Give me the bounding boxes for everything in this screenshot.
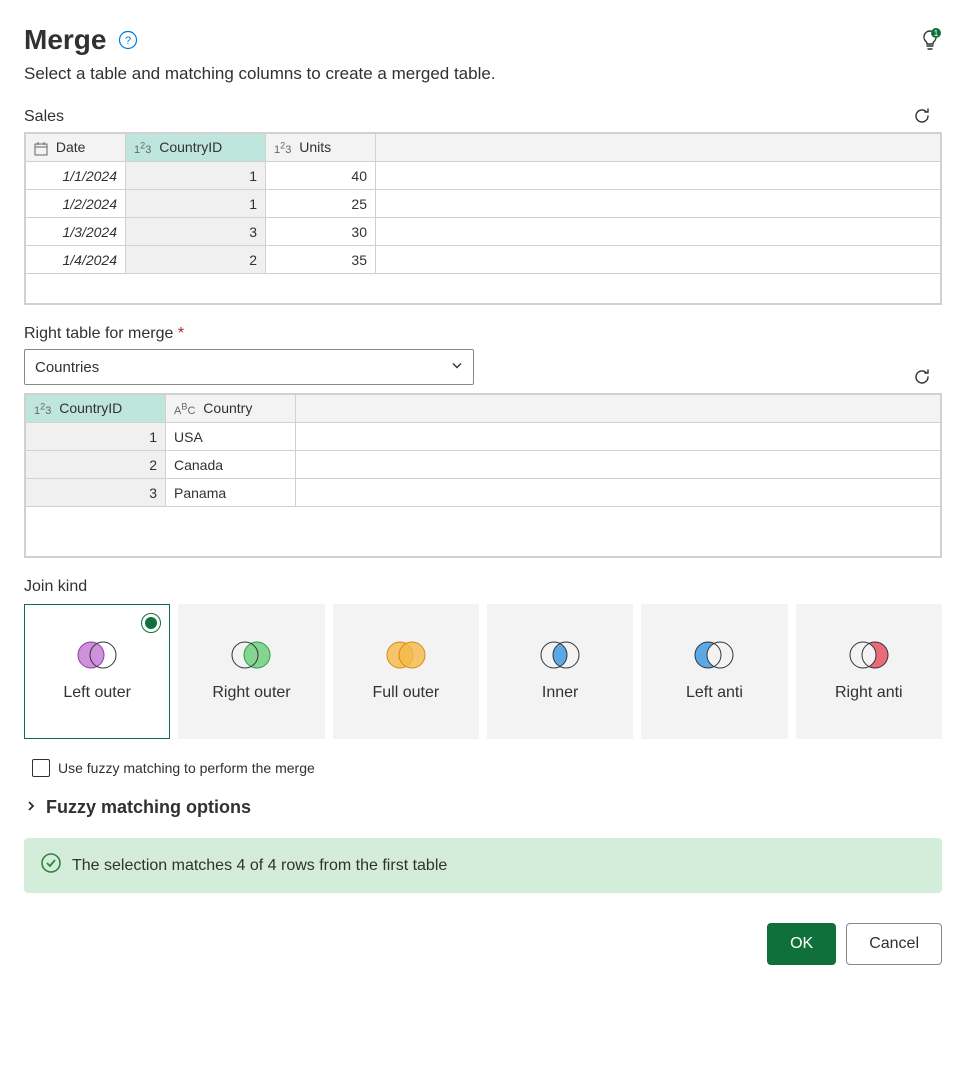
dialog-title: Merge [24,24,106,56]
cancel-button[interactable]: Cancel [846,923,942,965]
table1-label: Sales [24,108,942,126]
fuzzy-expander-label: Fuzzy matching options [46,797,251,818]
status-text: The selection matches 4 of 4 rows from t… [72,857,447,875]
col-date-label: Date [56,139,86,155]
table-row[interactable]: 1USA [26,423,941,451]
fuzzy-checkbox-label: Use fuzzy matching to perform the merge [58,760,315,776]
right-table-value: Countries [35,359,99,376]
ok-button[interactable]: OK [767,923,836,965]
col-units-label: Units [299,139,331,155]
col-empty [376,134,941,162]
venn-full-outer-icon [382,639,430,671]
join-label: Left anti [686,683,743,704]
col-date-header[interactable]: Date [26,134,126,162]
help-icon[interactable]: ? [118,30,138,50]
fuzzy-options-expander[interactable]: Fuzzy matching options [24,797,942,818]
col-country-header[interactable]: ABC Country [166,395,296,423]
col-empty [296,395,941,423]
join-label: Right outer [212,683,290,704]
table-row[interactable]: 1/4/2024235 [26,246,941,274]
required-asterisk: * [178,325,184,342]
table-row[interactable]: 1/3/2024330 [26,218,941,246]
join-label: Inner [542,683,578,704]
fuzzy-checkbox[interactable] [32,759,50,777]
table1-preview: Date 123 CountryID 123 Units 1/1/2024140… [24,132,942,305]
col-countryid2-label: CountryID [59,400,122,416]
svg-text:1: 1 [934,29,939,38]
venn-left-anti-icon [690,639,738,671]
join-label: Left outer [63,683,131,704]
right-table-select[interactable]: Countries [24,349,474,385]
fuzzy-checkbox-row[interactable]: Use fuzzy matching to perform the merge [24,759,942,777]
col-countryid2-header[interactable]: 123 CountryID [26,395,166,423]
col-countryid-label: CountryID [159,139,222,155]
venn-right-anti-icon [845,639,893,671]
chevron-right-icon [24,797,38,818]
right-table-label: Right table for merge * [24,325,942,343]
join-kind-options: Left outer Right outer Full outer Inner … [24,604,942,739]
dialog-subtitle: Select a table and matching columns to c… [24,64,942,84]
join-right-outer[interactable]: Right outer [178,604,324,739]
text-type-icon: ABC [174,405,195,417]
venn-inner-icon [536,639,584,671]
number-type-icon: 123 [134,144,151,156]
venn-right-outer-icon [227,639,275,671]
col-country-label: Country [203,400,252,416]
dialog-footer: OK Cancel [24,923,942,965]
header-left: Merge ? [24,24,138,56]
number-type-icon: 123 [34,405,51,417]
idea-icon[interactable]: 1 [918,28,942,52]
dialog-header: Merge ? 1 [24,24,942,56]
join-right-anti[interactable]: Right anti [796,604,942,739]
table2-preview: 123 CountryID ABC Country 1USA 2Canada 3… [24,393,942,558]
svg-text:?: ? [125,35,131,47]
join-inner[interactable]: Inner [487,604,633,739]
join-left-anti[interactable]: Left anti [641,604,787,739]
countries-table: 123 CountryID ABC Country 1USA 2Canada 3… [25,394,941,557]
sales-table: Date 123 CountryID 123 Units 1/1/2024140… [25,133,941,304]
match-status-bar: The selection matches 4 of 4 rows from t… [24,838,942,893]
join-full-outer[interactable]: Full outer [333,604,479,739]
table-row[interactable]: 1/1/2024140 [26,162,941,190]
join-label: Right anti [835,683,903,704]
table-row[interactable]: 2Canada [26,451,941,479]
col-units-header[interactable]: 123 Units [266,134,376,162]
join-label: Full outer [372,683,439,704]
refresh-icon[interactable] [911,105,933,127]
number-type-icon: 123 [274,144,291,156]
table-row[interactable]: 3Panama [26,479,941,507]
join-kind-label: Join kind [24,578,942,596]
chevron-down-icon [450,359,464,376]
check-circle-icon [40,852,62,879]
radio-selected [141,613,161,633]
join-left-outer[interactable]: Left outer [24,604,170,739]
col-countryid-header[interactable]: 123 CountryID [126,134,266,162]
venn-left-outer-icon [73,639,121,671]
table-row[interactable]: 1/2/2024125 [26,190,941,218]
refresh-icon[interactable] [911,366,933,388]
